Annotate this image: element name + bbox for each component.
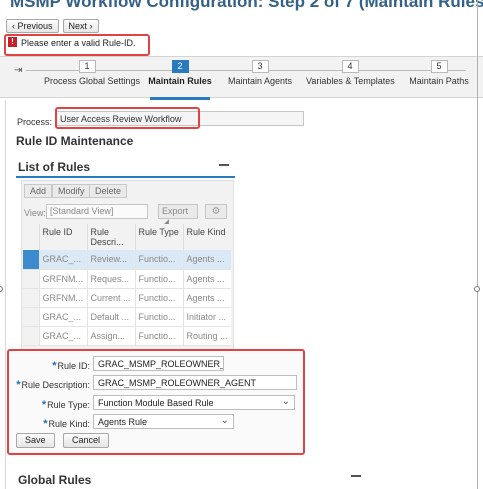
step-number: 5: [430, 60, 448, 73]
nav-bar: ‹ Previous Next ›: [6, 19, 99, 33]
table-cell: Functio...: [134, 326, 183, 346]
step-label: Process Global Settings: [44, 76, 141, 86]
export-button[interactable]: Export ◢: [158, 204, 198, 227]
table-cell: GRAC_...: [38, 307, 87, 327]
column-header-rule-kind[interactable]: Rule Kind: [182, 224, 231, 250]
roadmap-step-5[interactable]: 5 Maintain Paths: [406, 60, 472, 86]
page-title: MSMP Workflow Configuration: Step 2 of 7…: [10, 0, 483, 11]
table-cell: GRFNM...: [38, 269, 87, 289]
roadmap-start-icon: ⇥: [14, 65, 23, 76]
row-selector[interactable]: [23, 269, 39, 289]
table-row[interactable]: GRAC_... Default ... Functio... Initiato…: [23, 307, 231, 327]
process-label: Process:: [17, 117, 53, 127]
table-cell: Reques...: [86, 269, 135, 289]
roadmap-step-3[interactable]: 3 Maintain Agents: [226, 60, 294, 86]
row-selector[interactable]: [23, 288, 39, 308]
roadmap-step-1[interactable]: 1 Process Global Settings: [44, 60, 141, 86]
collapse-icon[interactable]: [351, 475, 361, 477]
step-number: 4: [341, 60, 359, 73]
row-selector[interactable]: [23, 307, 39, 327]
previous-label: Previous: [17, 21, 53, 31]
table-cell: Functio...: [134, 250, 183, 270]
window-edge: [477, 0, 478, 489]
highlight-rule-form: [7, 349, 305, 455]
table-cell: GRAC_...: [38, 250, 87, 270]
delete-button[interactable]: Delete: [89, 184, 128, 198]
table-settings-icon[interactable]: ⚙: [205, 204, 227, 219]
step-label: Maintain Paths: [409, 76, 469, 86]
highlight-process-field: [55, 107, 200, 129]
view-select[interactable]: [Standard View]: [46, 204, 148, 219]
table-cell: GRAC_...: [38, 326, 87, 346]
table-cell: Functio...: [134, 269, 183, 289]
table-row[interactable]: GRFNM... Reques... Functio... Agents ...: [23, 269, 231, 289]
next-label: Next: [68, 21, 88, 31]
global-rules-heading: Global Rules: [18, 473, 92, 487]
modify-button[interactable]: Modify: [52, 184, 91, 198]
table-cell: GRFNM...: [38, 288, 87, 308]
step-label: Maintain Agents: [227, 76, 293, 86]
previous-button[interactable]: ‹ Previous: [6, 19, 59, 33]
next-button[interactable]: Next ›: [62, 19, 99, 33]
rule-id-maintenance-heading: Rule ID Maintenance: [16, 134, 134, 148]
table-cell: Functio...: [134, 307, 183, 327]
table-cell: Default ...: [86, 307, 135, 327]
table-cell: Review...: [86, 250, 135, 270]
chevron-right-icon: ›: [87, 21, 93, 31]
roadmap-step-4[interactable]: 4 Variables & Templates: [306, 60, 395, 86]
view-label: View:: [24, 208, 46, 218]
row-selector[interactable]: [23, 250, 39, 270]
column-header-rule-type[interactable]: Rule Type: [134, 224, 183, 250]
select-all-column[interactable]: [23, 224, 39, 250]
table-cell: Agents ...: [182, 269, 231, 289]
collapse-icon[interactable]: [219, 164, 229, 166]
table-row[interactable]: GRFNM... Current ... Functio... Agents .…: [23, 288, 231, 308]
table-row[interactable]: GRAC_... Assign... Functio... Routing ..…: [23, 326, 231, 346]
list-of-rules-heading: List of Rules: [18, 160, 91, 174]
step-number: 1: [78, 60, 96, 73]
table-row[interactable]: GRAC_... Review... Functio... Agents ...: [23, 250, 231, 270]
step-label: Maintain Rules: [148, 76, 212, 86]
table-cell: Routing ...: [182, 326, 231, 346]
rules-table: Rule ID Rule Descri... Rule Type Rule Ki…: [23, 224, 231, 346]
table-cell: Agents ...: [182, 288, 231, 308]
table-cell: Assign...: [86, 326, 135, 346]
step-number: 3: [251, 60, 269, 73]
table-cell: Initiator ...: [182, 307, 231, 327]
step-number: 2: [171, 60, 189, 73]
highlight-error-message: [4, 34, 150, 56]
column-header-rule-description[interactable]: Rule Descri...: [86, 224, 135, 250]
resize-handle[interactable]: [0, 286, 3, 292]
export-label: Export: [162, 206, 189, 216]
row-selector[interactable]: [23, 326, 39, 346]
column-header-rule-id[interactable]: Rule ID: [38, 224, 87, 250]
roadmap-step-2[interactable]: 2 Maintain Rules: [146, 60, 214, 86]
table-cell: Current ...: [86, 288, 135, 308]
table-cell: Functio...: [134, 288, 183, 308]
heading-underline: [16, 176, 235, 178]
add-button[interactable]: Add: [24, 184, 53, 198]
table-cell: Agents ...: [182, 250, 231, 270]
resize-handle[interactable]: [474, 286, 480, 292]
step-label: Variables & Templates: [306, 76, 395, 86]
